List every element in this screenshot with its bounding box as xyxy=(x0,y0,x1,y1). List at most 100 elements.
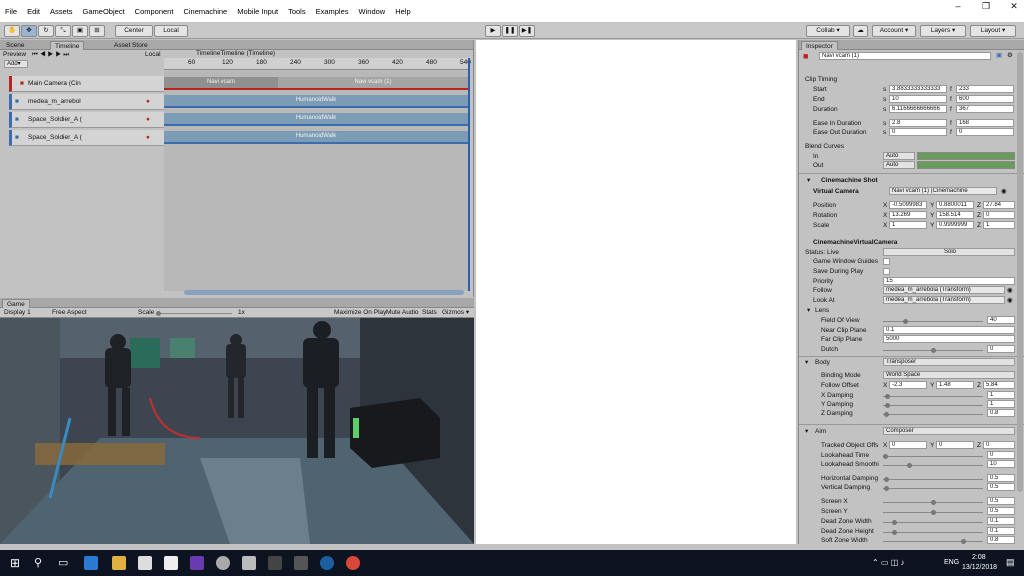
record-icon[interactable]: ● xyxy=(146,97,150,106)
duration-frames-field[interactable]: 367 xyxy=(956,105,1014,113)
start-frames-field[interactable]: 233 xyxy=(956,85,1014,93)
menu-component[interactable]: Component xyxy=(130,7,179,16)
ease-in-seconds-field[interactable]: 2.8 xyxy=(889,119,947,127)
restore-button[interactable]: ❐ xyxy=(972,0,1000,12)
windows-start-icon[interactable]: ⊞ xyxy=(10,556,20,570)
tab-scene[interactable]: Scene xyxy=(2,41,28,50)
close-button[interactable]: ✕ xyxy=(1000,0,1024,12)
position-y-field[interactable]: 0.8800011 xyxy=(936,201,974,209)
end-frames-field[interactable]: 600 xyxy=(956,95,1014,103)
lookahead-smoothing-slider[interactable] xyxy=(883,463,983,468)
preview-toggle[interactable]: Preview xyxy=(3,50,26,59)
settings-gear-icon[interactable]: ⚙ xyxy=(1007,51,1013,60)
horizontal-damping-slider[interactable] xyxy=(883,477,983,482)
tab-inspector[interactable]: Inspector xyxy=(801,41,838,50)
guides-checkbox[interactable] xyxy=(883,258,890,265)
menu-cinemachine[interactable]: Cinemachine xyxy=(178,7,232,16)
minimize-button[interactable]: – xyxy=(944,0,972,12)
add-track-button[interactable]: Add▾ xyxy=(4,60,28,68)
fov-slider[interactable] xyxy=(883,319,983,324)
unity-icon[interactable] xyxy=(268,556,282,570)
record-icon[interactable]: ● xyxy=(146,133,150,142)
far-clip-field[interactable]: 5000 xyxy=(883,335,1015,343)
horizontal-damping-field[interactable]: 0.5 xyxy=(987,474,1015,482)
menu-help[interactable]: Help xyxy=(390,7,415,16)
inspector-scrollbar[interactable] xyxy=(1017,52,1023,492)
tracked-x-field[interactable]: 0 xyxy=(889,441,927,449)
mute-toggle[interactable]: Mute Audio xyxy=(386,308,419,317)
menu-file[interactable]: File xyxy=(0,7,22,16)
mail-icon[interactable] xyxy=(138,556,152,570)
rect-tool-icon[interactable]: ▣ xyxy=(72,25,88,37)
rotation-y-field[interactable]: 158.514 xyxy=(936,211,974,219)
system-tray-icons[interactable]: ⌃ ▭ ◫ ♪ xyxy=(872,558,905,567)
playback-controls[interactable]: ⏮◀▶▶⏭ xyxy=(32,50,71,59)
rotation-z-field[interactable]: 0 xyxy=(983,211,1015,219)
ease-out-seconds-field[interactable]: 0 xyxy=(889,128,947,136)
display-dropdown[interactable]: Display 1 xyxy=(4,308,31,317)
offset-z-field[interactable]: 5.84 xyxy=(983,381,1015,389)
object-picker-icon[interactable]: ◉ xyxy=(1007,296,1013,305)
layers-dropdown[interactable]: Layers ▾ xyxy=(920,25,966,37)
collab-button[interactable]: Collab ▾ xyxy=(806,25,850,37)
dead-zone-height-field[interactable]: 0.1 xyxy=(987,527,1015,535)
tab-game[interactable]: Game xyxy=(2,299,30,308)
foldout-arrow-icon[interactable]: ▾ xyxy=(807,176,810,185)
account-dropdown[interactable]: Account ▾ xyxy=(872,25,916,37)
foldout-arrow-icon[interactable]: ▾ xyxy=(807,306,810,315)
visual-studio-icon[interactable] xyxy=(190,556,204,570)
file-explorer-icon[interactable] xyxy=(112,556,126,570)
lookahead-time-field[interactable]: 0 xyxy=(987,451,1015,459)
app-icon[interactable] xyxy=(216,556,230,570)
rotate-tool-icon[interactable]: ↻ xyxy=(38,25,54,37)
track-soldier-1[interactable]: ■ Space_Soldier_A ( ● xyxy=(9,112,164,128)
dutch-slider[interactable] xyxy=(883,348,983,353)
screen-y-field[interactable]: 0.5 xyxy=(987,507,1015,515)
offset-x-field[interactable]: -2.3 xyxy=(889,381,927,389)
start-seconds-field[interactable]: 3.8833333333333 xyxy=(889,85,947,93)
menu-examples[interactable]: Examples xyxy=(311,7,354,16)
binding-mode-dropdown[interactable]: World Space xyxy=(883,371,1015,379)
store-icon[interactable] xyxy=(164,556,178,570)
save-during-play-checkbox[interactable] xyxy=(883,268,890,275)
track-main-camera[interactable]: ■ Main Camera (Cin xyxy=(9,76,164,92)
pause-button[interactable]: ❚❚ xyxy=(502,25,518,37)
clip-humanoid-walk[interactable]: HumanoidWalk xyxy=(164,131,468,144)
task-view-icon[interactable]: ▭ xyxy=(58,556,68,569)
maximize-toggle[interactable]: Maximize On Play xyxy=(334,308,386,317)
pivot-center-button[interactable]: Center xyxy=(115,25,153,37)
y-damping-field[interactable]: 1 xyxy=(987,400,1015,408)
search-icon[interactable]: ⚲ xyxy=(34,556,42,569)
transform-tool-icon[interactable]: ⊞ xyxy=(89,25,105,37)
play-button[interactable]: ▶ xyxy=(485,25,501,37)
move-tool-icon[interactable]: ✥ xyxy=(21,25,37,37)
pivot-local-button[interactable]: Local xyxy=(154,25,188,37)
aspect-dropdown[interactable]: Free Aspect xyxy=(52,308,87,317)
playhead[interactable] xyxy=(468,58,470,291)
chrome-icon[interactable] xyxy=(346,556,360,570)
dead-zone-width-field[interactable]: 0.1 xyxy=(987,517,1015,525)
clip-navi-vcam[interactable]: Navi vcam xyxy=(164,77,278,90)
vertical-damping-field[interactable]: 0.5 xyxy=(987,483,1015,491)
scale-slider[interactable] xyxy=(156,311,232,316)
y-damping-slider[interactable] xyxy=(883,403,983,408)
rotation-x-field[interactable]: 13.269 xyxy=(889,211,927,219)
z-damping-slider[interactable] xyxy=(883,412,983,417)
object-name-field[interactable]: Navi vcam (1) xyxy=(819,52,991,60)
soft-zone-width-field[interactable]: 0.8 xyxy=(987,536,1015,544)
priority-field[interactable]: 15 xyxy=(883,277,1015,285)
scale-y-field[interactable]: 0.9999999 xyxy=(936,221,974,229)
tab-timeline[interactable]: Timeline xyxy=(50,41,85,50)
gizmos-dropdown[interactable]: Gizmos ▾ xyxy=(442,308,469,317)
scale-tool-icon[interactable]: ⤡ xyxy=(55,25,71,37)
scale-x-field[interactable]: 1 xyxy=(889,221,927,229)
x-damping-slider[interactable] xyxy=(883,394,983,399)
near-clip-field[interactable]: 0.1 xyxy=(883,326,1015,334)
solo-button[interactable]: Solo xyxy=(883,248,1015,256)
body-mode-dropdown[interactable]: Transposer xyxy=(883,358,1015,366)
menu-tools[interactable]: Tools xyxy=(283,7,311,16)
look-at-field[interactable]: medea_m_arrebola (Transform) xyxy=(883,296,1005,304)
menu-edit[interactable]: Edit xyxy=(22,7,45,16)
foldout-arrow-icon[interactable]: ▾ xyxy=(805,358,808,367)
game-viewport[interactable] xyxy=(0,318,474,544)
